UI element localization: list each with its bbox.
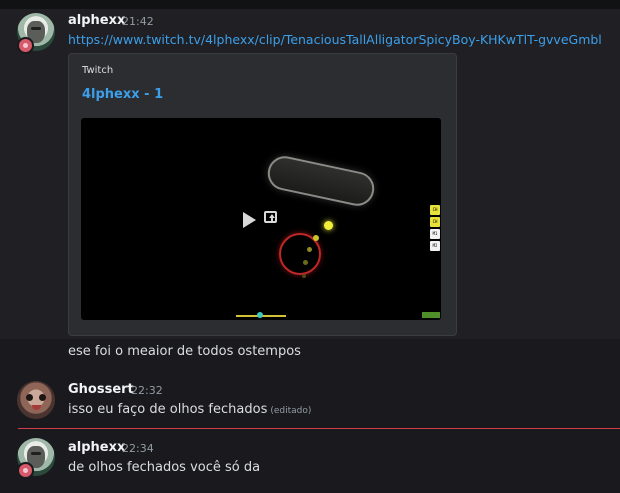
avatar-decoration-icon — [17, 462, 34, 479]
edited-label: (editado) — [270, 406, 312, 416]
embed-title[interactable]: 4lphexx - 1 — [82, 87, 163, 102]
message-link[interactable]: https://www.twitch.tv/4lphexx/clip/Tenac… — [68, 32, 602, 47]
top-bar — [0, 0, 620, 9]
embed-provider[interactable]: Twitch — [82, 65, 113, 76]
message-text: de olhos fechados você só da — [68, 460, 261, 475]
message-text: isso eu faço de olhos fechados (editado) — [68, 402, 312, 417]
timestamp[interactable]: 21:42 — [122, 15, 154, 28]
game-object-capsule — [264, 153, 378, 209]
game-particle — [324, 221, 333, 230]
username[interactable]: alphexx — [68, 13, 125, 28]
game-particle — [303, 260, 308, 265]
key-indicator: M1 — [430, 229, 440, 239]
key-indicator: CH — [430, 205, 440, 215]
avatar-decoration-icon — [17, 37, 34, 54]
timestamp[interactable]: 22:32 — [131, 384, 163, 397]
popout-icon[interactable] — [264, 211, 277, 223]
avatar[interactable] — [17, 381, 55, 419]
username[interactable]: Ghossert — [68, 382, 134, 397]
username[interactable]: alphexx — [68, 440, 125, 455]
message-text: ese foi o meaior de todos ostempos — [68, 344, 301, 359]
game-hud-marker — [257, 312, 263, 318]
play-icon[interactable] — [243, 212, 256, 228]
game-hud-tag — [422, 312, 440, 318]
link-embed: Twitch 4lphexx - 1 CH CH M1 M2 — [68, 53, 457, 336]
game-particle — [307, 247, 312, 252]
game-particle — [313, 235, 319, 241]
input-overlay: CH CH M1 M2 — [430, 205, 440, 253]
key-indicator: M2 — [430, 241, 440, 251]
game-particle — [302, 274, 306, 278]
video-player[interactable]: CH CH M1 M2 — [81, 118, 441, 320]
new-messages-divider — [18, 428, 620, 429]
timestamp[interactable]: 22:34 — [122, 442, 154, 455]
key-indicator: CH — [430, 217, 440, 227]
